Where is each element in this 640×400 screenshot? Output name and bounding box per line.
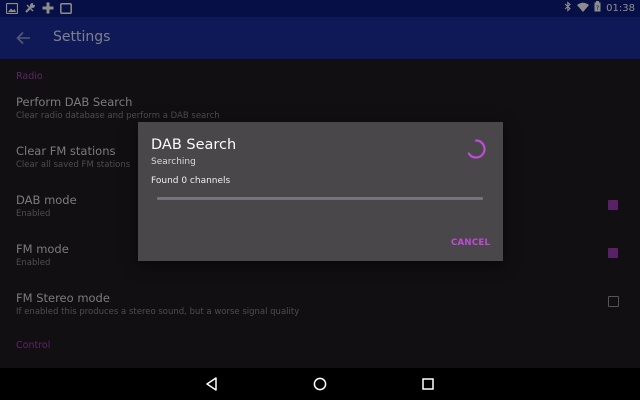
recents-icon[interactable] <box>420 376 436 392</box>
home-icon[interactable] <box>312 376 328 392</box>
navigation-bar <box>0 368 640 400</box>
found-channels-text: Found 0 channels <box>151 176 231 186</box>
dab-search-dialog: DAB Search Searching Found 0 channels CA… <box>138 122 503 261</box>
cancel-button[interactable]: CANCEL <box>451 238 490 248</box>
dialog-title: DAB Search <box>151 137 237 153</box>
back-icon[interactable] <box>204 376 220 392</box>
search-progress-bar <box>157 197 483 200</box>
loading-spinner-icon <box>465 138 487 160</box>
dialog-status: Searching <box>151 157 196 167</box>
